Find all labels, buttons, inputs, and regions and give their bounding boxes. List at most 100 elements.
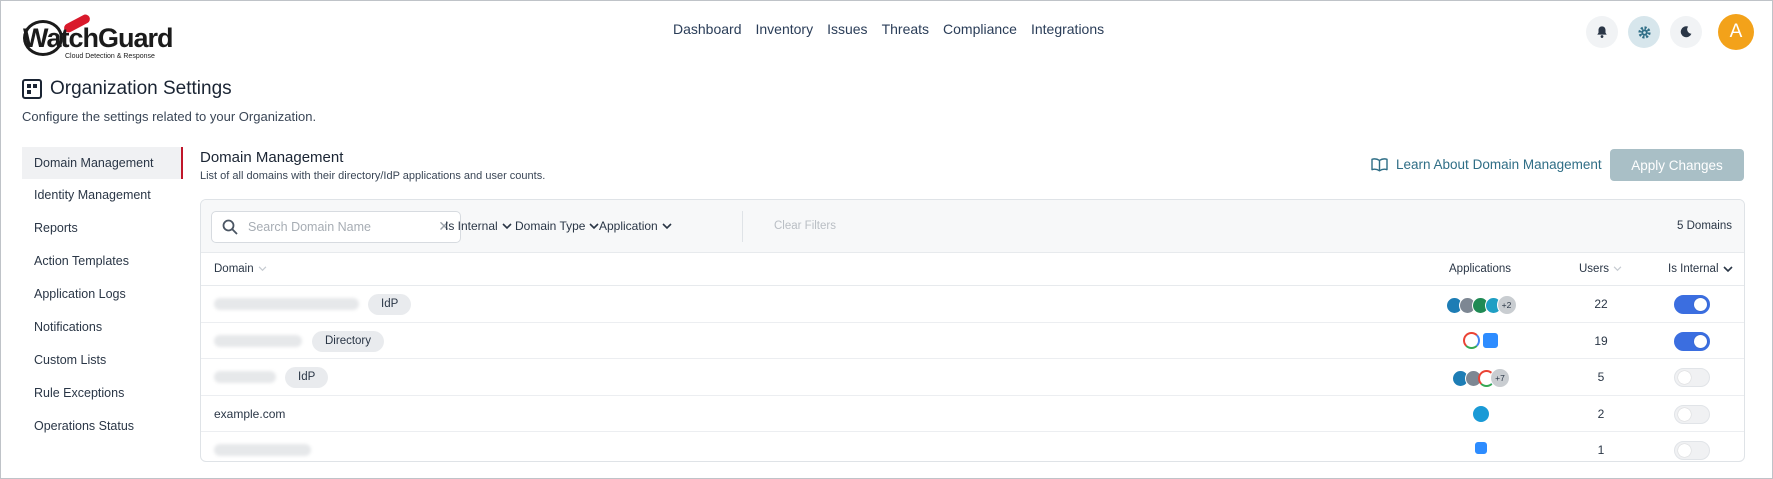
zoom-icon (1474, 441, 1488, 455)
sort-icon (258, 266, 266, 272)
toggle-knob (1678, 444, 1691, 457)
application-icons: +2 (1441, 295, 1521, 315)
is-internal-toggle[interactable] (1674, 331, 1710, 351)
domains-panel: ✕ Is Internal Domain Type Application Cl… (200, 199, 1745, 462)
user-count: 5 (1597, 370, 1605, 384)
toggle-knob (1694, 298, 1707, 311)
sidebar-item-operations-status[interactable]: Operations Status (22, 410, 183, 443)
brand-name: WatchGuard (23, 23, 174, 53)
user-count: 19 (1594, 333, 1608, 348)
redacted-domain (214, 444, 311, 456)
apply-changes-button[interactable]: Apply Changes (1610, 149, 1744, 181)
chevron-down-icon (502, 222, 512, 229)
table-row[interactable]: Directory 19 (201, 323, 1744, 359)
domain-name: example.com (214, 406, 286, 421)
google-icon (1463, 331, 1480, 349)
filter-domain-type-label: Domain Type (515, 219, 586, 233)
redacted-domain (214, 371, 276, 383)
nav-dashboard[interactable]: Dashboard (673, 21, 742, 37)
column-applications-label: Applications (1449, 263, 1512, 275)
domain-type-tag: IdP (285, 367, 329, 388)
table-row[interactable]: example.com 2 (201, 396, 1744, 432)
brand-tagline: Cloud Detection & Response (65, 53, 155, 60)
sidebar-item-custom-lists[interactable]: Custom Lists (22, 344, 183, 377)
clear-filters-button[interactable]: Clear Filters (774, 220, 836, 232)
sidebar-item-reports[interactable]: Reports (22, 212, 183, 245)
search-box[interactable]: ✕ (211, 211, 461, 243)
section-title: Domain Management (200, 149, 344, 166)
section-header: Domain Management List of all domains wi… (200, 149, 545, 182)
domain-type-tag: IdP (368, 294, 412, 315)
is-internal-toggle[interactable] (1674, 404, 1710, 424)
application-icons (1441, 441, 1521, 455)
user-count: 2 (1597, 406, 1605, 421)
table-row[interactable]: IdP +2 22 (201, 286, 1744, 323)
nav-threats[interactable]: Threats (882, 21, 929, 37)
salesforce-icon (1472, 404, 1490, 423)
table-row[interactable]: IdP +7 5 (201, 359, 1744, 396)
application-icons (1441, 404, 1521, 423)
application-icons: +7 (1441, 368, 1521, 388)
user-avatar[interactable]: A (1718, 14, 1754, 50)
filter-divider (742, 211, 743, 242)
page-subtitle: Configure the settings related to your O… (22, 109, 317, 124)
is-internal-toggle[interactable] (1674, 368, 1710, 387)
sidebar-item-rule-exceptions[interactable]: Rule Exceptions (22, 377, 183, 410)
nav-issues[interactable]: Issues (827, 21, 867, 37)
nav-inventory[interactable]: Inventory (756, 21, 814, 37)
sidebar-item-application-logs[interactable]: Application Logs (22, 278, 183, 311)
filter-is-internal-label: Is Internal (445, 219, 498, 233)
is-internal-toggle[interactable] (1674, 441, 1710, 460)
domain-count: 5 Domains (1677, 220, 1732, 232)
page-title: Organization Settings (22, 78, 232, 100)
filter-bar: ✕ Is Internal Domain Type Application Cl… (201, 200, 1744, 253)
toggle-knob (1694, 334, 1707, 348)
sort-desc-icon (1722, 265, 1733, 272)
filter-is-internal[interactable]: Is Internal (445, 219, 512, 233)
more-apps-badge[interactable]: +2 (1496, 295, 1517, 315)
column-users-label: Users (1579, 263, 1610, 275)
gear-icon (1637, 25, 1651, 39)
application-icons (1441, 331, 1521, 349)
sidebar-item-identity-management[interactable]: Identity Management (22, 179, 183, 212)
column-domain[interactable]: Domain (214, 263, 267, 275)
top-navigation: Dashboard Inventory Issues Threats Compl… (673, 21, 1104, 37)
column-is-internal[interactable]: Is Internal (1668, 263, 1733, 275)
column-users[interactable]: Users (1579, 263, 1622, 275)
table-header: Domain Applications Users Is Internal (201, 253, 1744, 286)
notifications-button[interactable] (1586, 16, 1618, 48)
toggle-knob (1678, 407, 1691, 421)
nav-compliance[interactable]: Compliance (943, 21, 1017, 37)
redacted-domain (214, 334, 302, 347)
nav-integrations[interactable]: Integrations (1031, 21, 1104, 37)
search-input[interactable] (248, 220, 428, 234)
zoom-icon (1482, 331, 1499, 349)
domain-type-tag: Directory (312, 330, 385, 352)
organization-icon (22, 79, 42, 99)
table-row[interactable]: 1 (201, 432, 1744, 461)
search-icon (222, 219, 238, 235)
watchguard-logo[interactable]: WatchGuard Cloud Detection & Response (23, 12, 174, 63)
chevron-down-icon (662, 222, 672, 229)
chevron-down-icon (589, 222, 600, 229)
settings-button[interactable] (1628, 16, 1660, 48)
theme-toggle-button[interactable] (1670, 16, 1702, 48)
learn-link-text[interactable]: Learn About Domain Management (1396, 157, 1602, 172)
section-description: List of all domains with their directory… (200, 170, 546, 182)
page-title-text: Organization Settings (50, 78, 232, 99)
column-is-internal-label: Is Internal (1668, 263, 1719, 275)
moon-icon (1680, 26, 1692, 38)
is-internal-toggle[interactable] (1674, 295, 1710, 314)
toggle-knob (1678, 371, 1691, 384)
sidebar-item-action-templates[interactable]: Action Templates (22, 245, 183, 278)
filter-application[interactable]: Application (599, 219, 672, 233)
more-apps-badge[interactable]: +7 (1490, 368, 1510, 388)
redacted-domain (214, 298, 359, 310)
sidebar-item-notifications[interactable]: Notifications (22, 311, 183, 344)
sidebar-item-domain-management[interactable]: Domain Management (22, 147, 183, 179)
header-actions: A (1586, 14, 1754, 50)
learn-link[interactable]: Learn About Domain Management (1371, 157, 1602, 172)
book-icon (1371, 158, 1388, 172)
column-domain-label: Domain (214, 263, 254, 275)
filter-domain-type[interactable]: Domain Type (515, 219, 600, 233)
